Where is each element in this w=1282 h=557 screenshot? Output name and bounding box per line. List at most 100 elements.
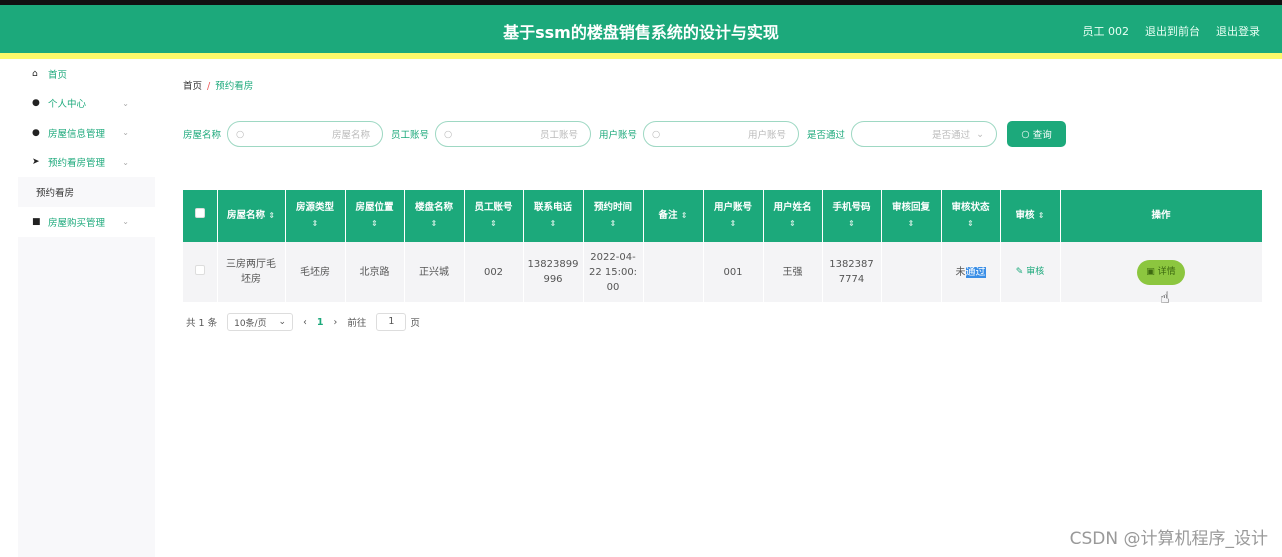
- sort-icon: ⇕: [311, 219, 319, 228]
- breadcrumb-current: 预约看房: [215, 81, 254, 92]
- row-checkbox[interactable]: [183, 242, 218, 302]
- watermark: CSDN @计算机程序_设计: [1069, 529, 1268, 549]
- chevron-down-icon: ⌄: [122, 128, 129, 138]
- grid-icon: ■: [32, 216, 41, 227]
- main-content: 首页 / 预约看房 房屋名称 ○ 房屋名称 员工账号 ○ 员工账号 用户账号 ○ 用户账号…: [155, 59, 1282, 557]
- user-account-input[interactable]: ○ 用户账号: [643, 121, 800, 147]
- search-icon: ○: [1021, 128, 1033, 140]
- page-number[interactable]: 1: [317, 317, 324, 328]
- sort-icon: ⇕: [907, 219, 915, 228]
- sort-icon: ⇕: [371, 219, 378, 228]
- placeholder: 员工账号: [540, 130, 579, 141]
- sidebar-item-house-info[interactable]: ● 房屋信息管理 ⌄: [18, 118, 155, 148]
- col-type[interactable]: 房源类型 ⇕: [285, 190, 346, 242]
- sort-icon: ⇕: [490, 219, 497, 228]
- col-staff[interactable]: 员工账号 ⇕: [464, 190, 524, 242]
- sort-icon: ⇕: [680, 211, 688, 220]
- search-icon: ○: [444, 128, 453, 140]
- audit-link[interactable]: ✎ 审核: [1016, 267, 1044, 277]
- status-text: 未: [955, 266, 966, 278]
- document-icon: ▣: [1146, 266, 1158, 277]
- chevron-down-icon: ⌄: [122, 157, 129, 167]
- search-bar: 房屋名称 ○ 房屋名称 员工账号 ○ 员工账号 用户账号 ○ 用户账号 是否通过 是否…: [183, 121, 1067, 147]
- col-time[interactable]: 预约时间 ⇕: [583, 190, 644, 242]
- col-mobile[interactable]: 手机号码 ⇕: [822, 190, 882, 242]
- current-user: 员工 002: [1082, 25, 1130, 38]
- sidebar-item-personal[interactable]: ● 个人中心 ⌄: [18, 88, 155, 118]
- search-icon: ○: [652, 128, 661, 140]
- cell-phone: 13823899996: [523, 242, 584, 302]
- cell-reply: [881, 242, 942, 302]
- sidebar-item-label: 房屋购买管理: [48, 217, 106, 229]
- prev-page-button[interactable]: ‹: [303, 317, 307, 328]
- approved-select[interactable]: 是否通过 ⌄: [851, 121, 998, 147]
- placeholder: 是否通过: [932, 130, 971, 141]
- booking-table: 房屋名称 ⇕ 房源类型 ⇕ 房屋位置 ⇕ 楼盘名称 ⇕ 员工账号 ⇕ 联系电话 ⇕ 预约时…: [183, 190, 1263, 302]
- col-audit[interactable]: 审核 ⇕: [1000, 190, 1061, 242]
- sidebar-item-booking[interactable]: ➤ 预约看房管理 ⌄: [18, 147, 155, 177]
- sidebar-subitem-booking-view[interactable]: 预约看房: [18, 177, 155, 207]
- sidebar-item-purchase[interactable]: ■ 房屋购买管理 ⌄: [18, 207, 155, 237]
- sidebar-item-label: 个人中心: [48, 99, 87, 111]
- cell-uname: 王强: [763, 242, 823, 302]
- goto-page-input[interactable]: 1: [376, 313, 407, 331]
- chevron-down-icon: ⌄: [122, 217, 129, 227]
- col-phone[interactable]: 联系电话 ⇕: [523, 190, 584, 242]
- approved-label: 是否通过: [807, 130, 846, 141]
- total-count: 共 1 条: [186, 318, 218, 329]
- sidebar-item-home[interactable]: ⌂ 首页: [18, 59, 155, 89]
- cell-mobile: 13823877774: [822, 242, 882, 302]
- cell-audit: ✎ 审核: [1000, 242, 1061, 302]
- sort-icon: ⇕: [609, 219, 617, 228]
- cell-staff: 002: [464, 242, 524, 302]
- cell-location: 北京路: [345, 242, 405, 302]
- col-uname[interactable]: 用户姓名 ⇕: [763, 190, 823, 242]
- col-house-name[interactable]: 房屋名称 ⇕: [217, 190, 286, 242]
- sort-icon: ⇕: [967, 219, 974, 228]
- col-estate[interactable]: 楼盘名称 ⇕: [404, 190, 465, 242]
- col-status[interactable]: 审核状态 ⇕: [941, 190, 1001, 242]
- page-unit-label: 页: [410, 318, 420, 329]
- next-page-button[interactable]: ›: [334, 317, 338, 328]
- cell-status: 未通过: [941, 242, 1001, 302]
- cell-time: 2022-04-22 15:00:00: [583, 242, 644, 302]
- select-all-checkbox[interactable]: [183, 190, 218, 242]
- breadcrumb-separator: /: [207, 81, 211, 92]
- exit-to-front-link[interactable]: 退出到前台: [1145, 23, 1200, 39]
- table-row: 三房两厅毛坯房 毛坯房 北京路 正兴城 002 13823899996 2022…: [183, 242, 1263, 302]
- goto-label: 前往: [347, 318, 367, 329]
- send-icon: ➤: [32, 157, 40, 168]
- sidebar-item-label: 房屋信息管理: [48, 128, 106, 140]
- sidebar: ⌂ 首页 ● 个人中心 ⌄ ● 房屋信息管理 ⌄ ➤ 预约看房管理 ⌄ 预约看房 ■ 房屋购买管…: [18, 59, 155, 557]
- sort-icon: ⇕: [729, 219, 737, 228]
- cell-user: 001: [703, 242, 764, 302]
- staff-account-label: 员工账号: [391, 130, 430, 141]
- sidebar-item-label: 预约看房管理: [48, 158, 106, 170]
- col-user[interactable]: 用户账号 ⇕: [703, 190, 764, 242]
- cell-estate: 正兴城: [404, 242, 465, 302]
- placeholder: 房屋名称: [332, 130, 371, 141]
- search-icon: ○: [236, 128, 245, 140]
- status-text-selected: 通过: [965, 266, 986, 278]
- sort-icon: ⇕: [268, 211, 276, 220]
- placeholder: 用户账号: [748, 130, 787, 141]
- logout-link[interactable]: 退出登录: [1216, 23, 1260, 39]
- query-button[interactable]: ○ 查询: [1007, 121, 1067, 147]
- hand-cursor-icon: ☝: [1160, 288, 1170, 307]
- home-icon: ⌂: [32, 68, 38, 79]
- house-name-input[interactable]: ○ 房屋名称: [227, 121, 384, 147]
- staff-account-input[interactable]: ○ 员工账号: [435, 121, 592, 147]
- col-note[interactable]: 备注 ⇕: [643, 190, 704, 242]
- breadcrumb-home[interactable]: 首页: [183, 81, 202, 92]
- col-location[interactable]: 房屋位置 ⇕: [345, 190, 405, 242]
- breadcrumb: 首页 / 预约看房: [183, 78, 253, 92]
- cell-house-name: 三房两厅毛坯房: [217, 242, 286, 302]
- detail-button[interactable]: ▣ 详情: [1137, 259, 1185, 285]
- sort-icon: ⇕: [430, 219, 438, 228]
- query-label: 查询: [1032, 130, 1052, 141]
- table-header-row: 房屋名称 ⇕ 房源类型 ⇕ 房屋位置 ⇕ 楼盘名称 ⇕ 员工账号 ⇕ 联系电话 ⇕ 预约时…: [183, 190, 1263, 242]
- col-reply[interactable]: 审核回复 ⇕: [881, 190, 942, 242]
- sidebar-item-label: 首页: [48, 69, 68, 81]
- page-size-select[interactable]: 10条/页 ⌄: [227, 313, 294, 331]
- sort-icon: ⇕: [1037, 211, 1045, 220]
